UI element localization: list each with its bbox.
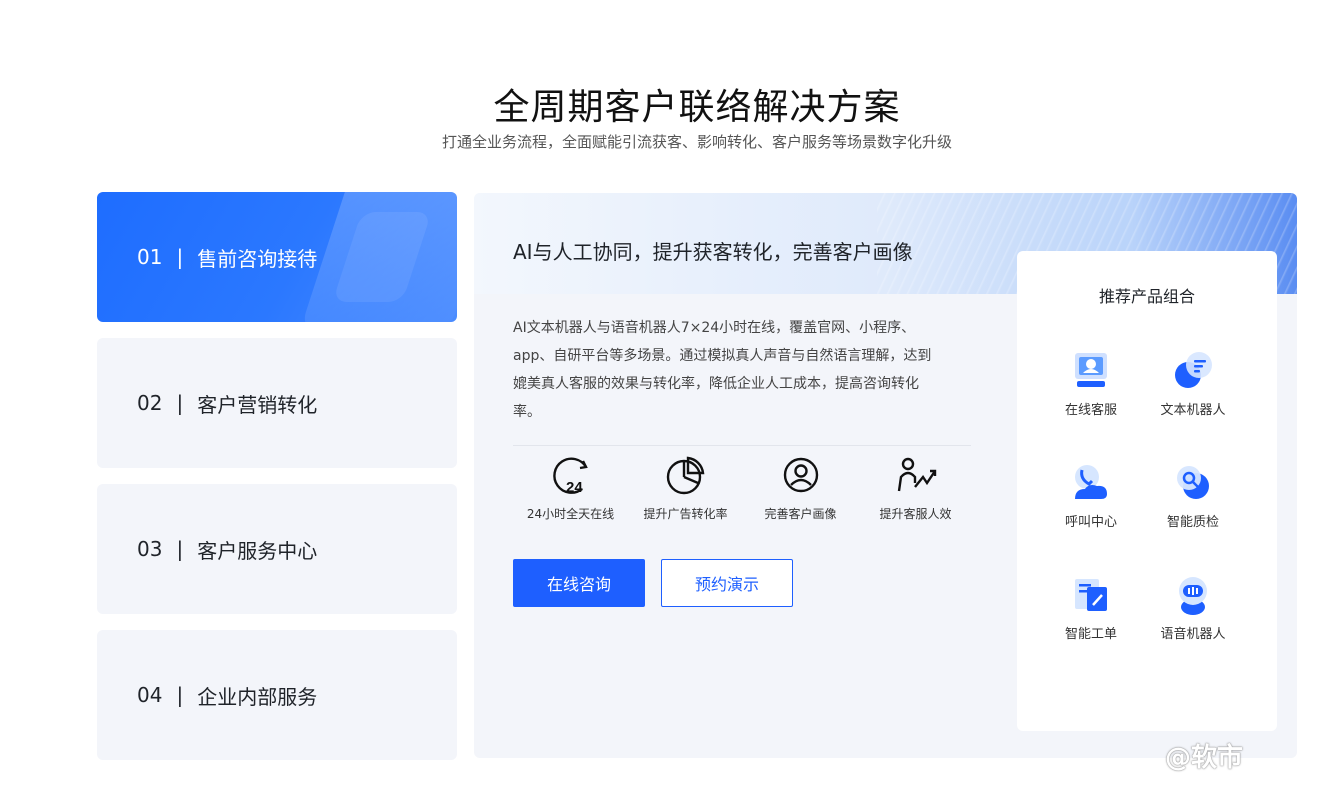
tab-label: 企业内部服务 [197,684,318,709]
online-service-icon [1075,353,1107,387]
panel-title: AI与人工协同，提升获客转化，完善客户画像 [513,240,913,264]
product-text-robot[interactable]: 文本机器人 [1143,347,1243,418]
recommended-title: 推荐产品组合 [1098,287,1195,306]
tab-separator: | [176,245,184,269]
clock-24-icon: 24 [552,457,588,496]
tab-presales[interactable]: 01 | 售前咨询接待 [97,192,457,322]
product-label: 智能工单 [1064,627,1117,642]
text-robot-icon [1175,352,1212,388]
feature-item: 提升广告转化率 [628,453,743,522]
tab-label: 客户服务中心 [197,538,318,563]
quality-check-icon [1177,466,1209,499]
product-label: 呼叫中心 [1064,515,1117,530]
tab-label: 客户营销转化 [197,392,318,417]
user-profile-icon [783,457,818,493]
tab-separator: | [176,537,184,561]
voice-robot-icon [1179,577,1207,615]
feature-item: 提升客服人效 [858,453,973,522]
product-voice-robot[interactable]: 语音机器人 [1143,571,1243,642]
page-subtitle: 打通全业务流程，全面赋能引流获客、影响转化、客户服务等场景数字化升级 [441,133,952,151]
call-center-icon [1075,465,1107,499]
feature-label: 完善客户画像 [764,507,837,521]
feature-label: 24小时全天在线 [526,507,615,521]
product-online-service[interactable]: 在线客服 [1041,347,1141,418]
svg-text:24: 24 [566,479,583,496]
feature-label: 提升客服人效 [879,507,952,521]
person-growth-icon [897,457,936,492]
tab-number: 04 [137,683,163,707]
product-label: 在线客服 [1064,403,1117,418]
book-demo-button[interactable]: 预约演示 [661,559,793,607]
product-quality-check[interactable]: 智能质检 [1143,459,1243,530]
product-label: 文本机器人 [1160,403,1226,418]
divider [513,445,971,446]
watermark: @软市 [1165,743,1244,773]
pie-chart-icon [666,456,704,495]
product-label: 语音机器人 [1160,627,1226,642]
panel-description: AI文本机器人与语音机器人7×24小时在线，覆盖官网、小程序、app、自研平台等… [513,320,932,420]
product-label: 智能质检 [1166,515,1219,530]
tab-separator: | [176,683,184,707]
work-order-icon [1075,579,1107,611]
tab-number: 01 [137,245,163,269]
tab-internal-service[interactable]: 04 | 企业内部服务 [97,630,457,760]
feature-item: 完善客户画像 [743,453,858,522]
tab-label: 售前咨询接待 [197,246,318,271]
recommended-products: 推荐产品组合 在线客服 文本机器人 呼叫中心 智能质检 智能工单 语音机器人 [1017,251,1277,731]
feature-item: 24 24小时全天在线 [513,453,628,522]
tab-separator: | [176,391,184,415]
product-call-center[interactable]: 呼叫中心 [1041,459,1141,530]
feature-label: 提升广告转化率 [643,507,728,521]
product-work-order[interactable]: 智能工单 [1041,571,1141,642]
feature-list: 24 24小时全天在线 提升广告转化率 完善客户画像 提升客服人效 [513,453,973,522]
tab-marketing[interactable]: 02 | 客户营销转化 [97,338,457,468]
tab-number: 02 [137,391,163,415]
tab-service-center[interactable]: 03 | 客户服务中心 [97,484,457,614]
tab-number: 03 [137,537,163,561]
consult-online-button[interactable]: 在线咨询 [513,559,645,607]
page-title: 全周期客户联络解决方案 [493,87,901,128]
